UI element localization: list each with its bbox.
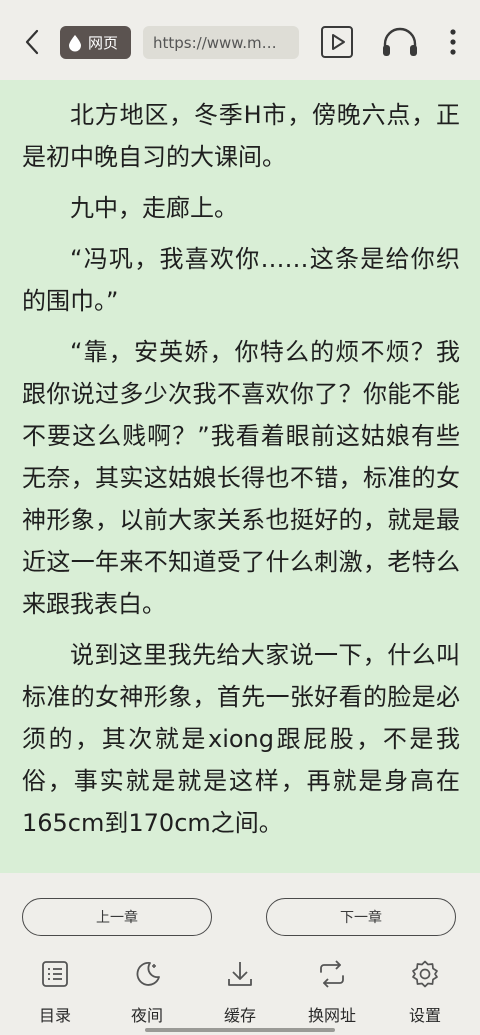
play-button[interactable]	[320, 25, 354, 59]
toc-label: 目录	[38, 1006, 71, 1025]
cache-label: 缓存	[223, 1006, 256, 1025]
paragraph: 九中，走廊上。	[70, 194, 238, 222]
top-bar: 网页 https://www.m…	[0, 0, 480, 80]
switch-url-label: 换网址	[307, 1006, 356, 1025]
paragraph: 说到这里我先给大家说一下，什么叫标准的女神形象，首先一张好看的脸是必须的，其次就…	[22, 641, 460, 837]
chevron-left-icon	[25, 29, 39, 55]
night-mode-label: 夜间	[130, 1006, 163, 1025]
download-icon	[224, 958, 256, 990]
drop-icon	[68, 34, 82, 52]
night-mode-button[interactable]: 夜间	[107, 953, 187, 1027]
back-button[interactable]	[14, 24, 50, 60]
paragraph: 北方地区，冬季H市，傍晚六点，正是初中晚自习的大课间。	[22, 101, 460, 171]
more-vertical-icon	[450, 29, 456, 55]
headphones-icon	[383, 27, 417, 56]
url-field[interactable]: https://www.m…	[143, 26, 299, 59]
more-button[interactable]	[440, 24, 466, 60]
settings-label: 设置	[408, 1006, 441, 1025]
switch-url-button[interactable]: 换网址	[292, 953, 372, 1027]
web-mode-badge[interactable]: 网页	[60, 26, 131, 59]
next-chapter-button[interactable]: 下一章	[266, 898, 456, 936]
home-indicator[interactable]	[145, 1028, 335, 1032]
chapter-content: 北方地区，冬季H市，傍晚六点，正是初中晚自习的大课间。 九中，走廊上。 “冯巩，…	[22, 94, 460, 853]
moon-icon	[131, 958, 163, 990]
paragraph: “靠，安英娇，你特么的烦不烦？我跟你说过多少次我不喜欢你了？你能不能不要这么贱啊…	[22, 338, 460, 618]
bottom-toolbar: 目录 夜间 缓存 换网址 设置	[0, 953, 480, 1035]
swap-icon	[316, 958, 348, 990]
paragraph: “冯巩，我喜欢你……这条是给你织的围巾。”	[22, 245, 460, 315]
list-icon	[39, 958, 71, 990]
cache-button[interactable]: 缓存	[200, 953, 280, 1027]
web-mode-label: 网页	[88, 34, 119, 52]
gear-icon	[409, 958, 441, 990]
reading-area[interactable]: 北方地区，冬季H市，傍晚六点，正是初中晚自习的大课间。 九中，走廊上。 “冯巩，…	[0, 80, 480, 873]
toc-button[interactable]: 目录	[15, 953, 95, 1027]
chapter-nav: 上一章 下一章	[0, 873, 480, 953]
play-icon	[321, 26, 353, 58]
settings-button[interactable]: 设置	[385, 953, 465, 1027]
listen-button[interactable]	[380, 24, 420, 60]
prev-chapter-button[interactable]: 上一章	[22, 898, 212, 936]
